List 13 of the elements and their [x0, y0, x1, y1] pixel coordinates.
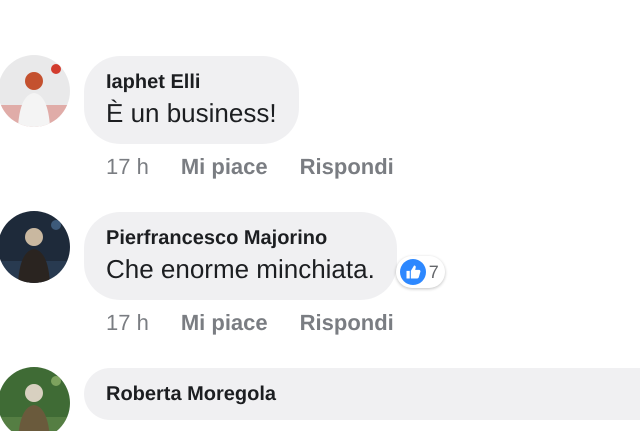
action-link[interactable]: Rispondi [300, 310, 394, 336]
timestamp: 17 h [106, 154, 149, 180]
thumbs-up-icon [400, 259, 426, 285]
action-link[interactable]: Mi piace [180, 310, 268, 336]
author-name: Roberta Moregola [106, 382, 278, 407]
comment-text: Che enorme minchiata. [106, 253, 375, 286]
comment-text: È un business! [106, 97, 277, 130]
author-name: Iaphet Elli [106, 70, 202, 95]
timestamp: 17 h [106, 310, 149, 336]
author-name: Pierfrancesco Majorino [106, 226, 328, 251]
reaction-count: 7 [428, 262, 439, 282]
action-link[interactable]: Mi piace [180, 154, 268, 180]
action-link[interactable]: Rispondi [300, 154, 394, 180]
